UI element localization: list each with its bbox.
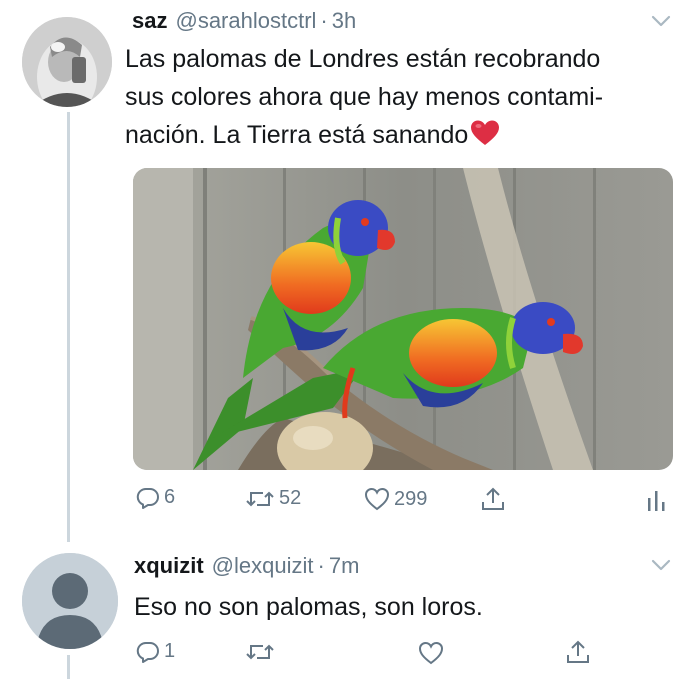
share-action[interactable]	[565, 639, 591, 665]
heart-icon	[364, 487, 390, 511]
avatar[interactable]	[22, 553, 118, 649]
reply-header: xquizit @lexquizit · 7m	[134, 553, 359, 579]
chevron-down-icon[interactable]	[650, 14, 672, 28]
share-icon	[482, 487, 504, 510]
heart-icon	[418, 641, 444, 665]
author-handle[interactable]: @lexquizit	[212, 553, 314, 579]
avatar[interactable]	[22, 17, 112, 107]
reply-icon	[136, 641, 159, 663]
separator-dot: ·	[320, 8, 328, 33]
tweet-media-photo[interactable]	[133, 168, 673, 470]
author-name[interactable]: saz	[132, 8, 167, 34]
analytics-action[interactable]	[645, 488, 667, 512]
like-count: 299	[394, 487, 428, 510]
tweet-text-line: Las palomas de Londres están recobrando	[125, 45, 601, 73]
share-icon	[567, 640, 589, 663]
tweet-text-line: sus colores ahora que hay menos contami-	[125, 83, 604, 111]
author-handle[interactable]: @sarahlostctrl	[175, 8, 316, 34]
reply-action[interactable]: 1	[136, 640, 175, 663]
share-action[interactable]	[480, 486, 506, 512]
reply-text: Eso no son palomas, son loros.	[134, 593, 483, 621]
retweet-icon	[246, 644, 274, 660]
tweet-header: saz @sarahlostctrl · 3h	[132, 8, 356, 34]
reply-icon	[136, 487, 159, 509]
tweet-text-line-last: nación. La Tierra está sanando	[125, 121, 469, 149]
thread-connector-line	[67, 655, 70, 679]
retweet-count: 52	[279, 487, 302, 509]
timestamp[interactable]: 3h	[332, 8, 356, 34]
analytics-icon	[648, 491, 665, 511]
retweet-action[interactable]	[245, 641, 275, 663]
retweet-icon	[246, 491, 274, 506]
tweet-text-line: nación. La Tierra está sanando	[125, 116, 685, 158]
reply-count: 6	[164, 486, 176, 508]
chevron-down-icon[interactable]	[650, 558, 672, 572]
red-heart-emoji-icon	[470, 119, 500, 158]
reply-action[interactable]: 6	[136, 486, 175, 509]
timestamp[interactable]: 7m	[329, 553, 360, 579]
like-action[interactable]: 299	[364, 487, 427, 511]
tweet-text: Las palomas de Londres están recobrando …	[125, 40, 685, 158]
like-action[interactable]	[418, 641, 444, 665]
retweet-action[interactable]: 52	[245, 487, 301, 510]
thread-connector-line	[67, 112, 70, 542]
author-name[interactable]: xquizit	[134, 553, 204, 579]
reply-count: 1	[164, 640, 176, 662]
separator-dot: ·	[317, 553, 325, 578]
